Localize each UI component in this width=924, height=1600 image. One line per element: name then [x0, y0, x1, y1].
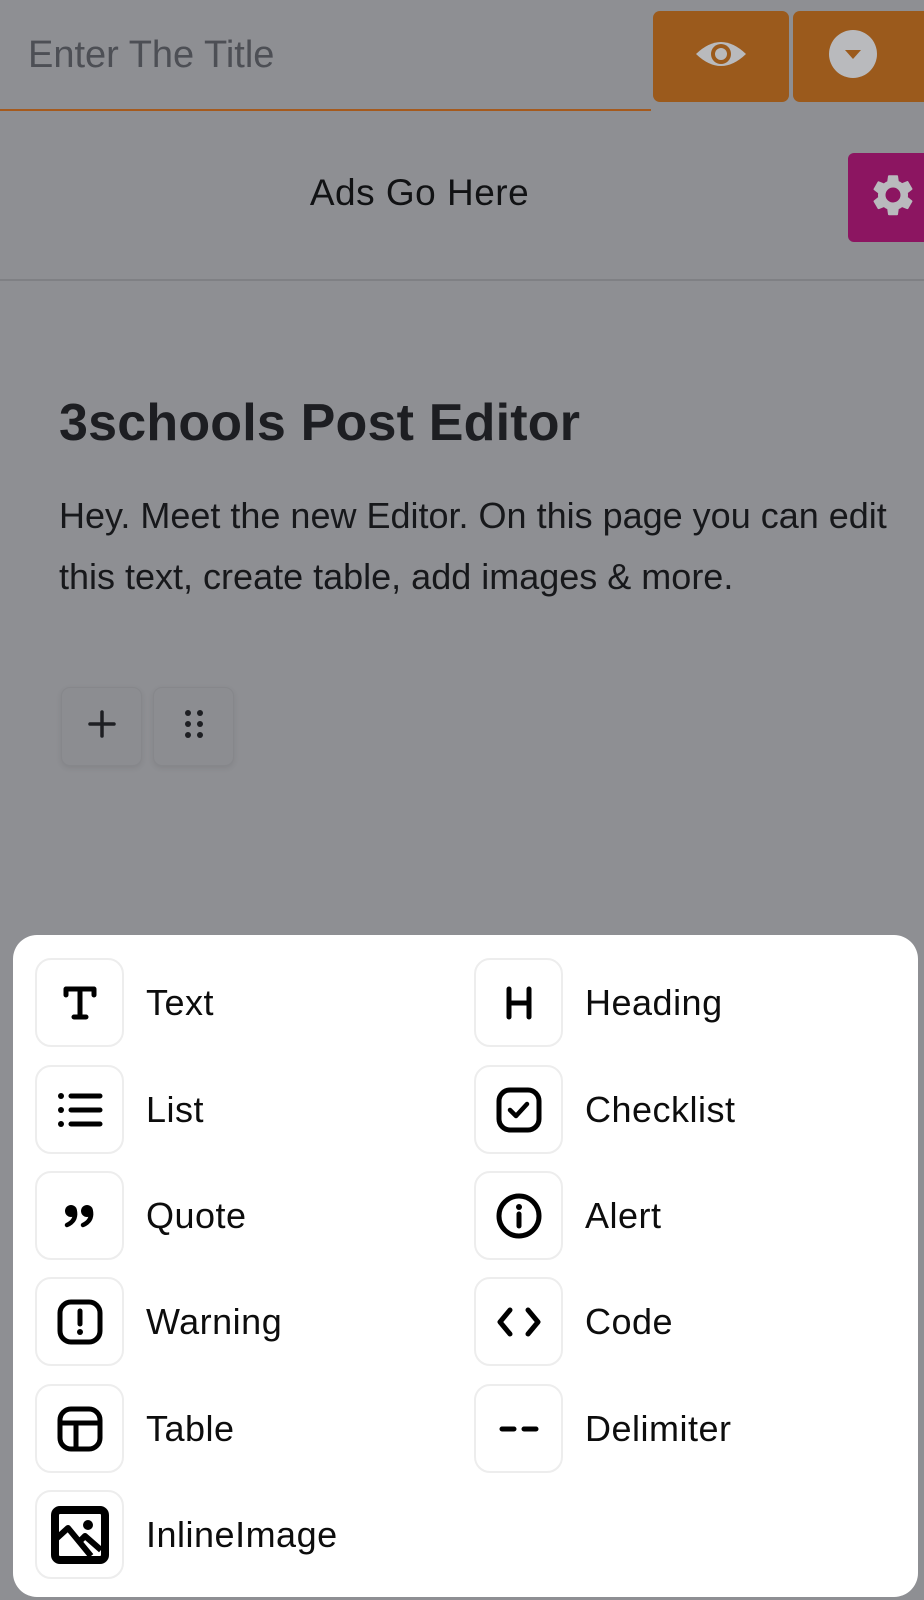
info-icon — [474, 1171, 563, 1260]
title-input[interactable] — [0, 0, 651, 109]
heading-icon — [474, 958, 563, 1047]
ads-text: Ads Go Here — [309, 172, 530, 213]
block-item-list[interactable]: List — [35, 1065, 455, 1154]
drag-handle-icon — [182, 708, 206, 745]
preview-button[interactable] — [653, 11, 789, 102]
plus-icon — [87, 709, 117, 744]
block-item-heading[interactable]: Heading — [474, 958, 894, 1047]
block-item-label: Quote — [146, 1194, 247, 1236]
block-item-checklist[interactable]: Checklist — [474, 1065, 894, 1154]
editor-heading[interactable]: 3schools Post Editor — [59, 393, 580, 453]
block-item-table[interactable]: Table — [35, 1384, 455, 1473]
eye-icon — [694, 36, 748, 77]
block-item-label: Warning — [146, 1300, 283, 1342]
list-icon — [35, 1065, 124, 1154]
block-item-code[interactable]: Code — [474, 1277, 894, 1366]
warning-icon — [35, 1277, 124, 1366]
block-item-quote[interactable]: Quote — [35, 1171, 455, 1260]
settings-button[interactable] — [848, 153, 924, 242]
block-item-label: List — [146, 1088, 205, 1130]
block-item-label: Delimiter — [585, 1407, 732, 1449]
checklist-icon — [474, 1065, 563, 1154]
options-dropdown-button[interactable] — [793, 11, 924, 102]
quote-icon — [35, 1171, 124, 1260]
block-item-delimiter[interactable]: Delimiter — [474, 1384, 894, 1473]
block-item-alert[interactable]: Alert — [474, 1171, 894, 1260]
editor-paragraph[interactable]: Hey. Meet the new Editor. On this page y… — [59, 485, 899, 607]
add-block-button[interactable] — [61, 687, 142, 766]
image-icon — [35, 1490, 124, 1579]
table-icon — [35, 1384, 124, 1473]
block-item-inline-image[interactable]: InlineImage — [35, 1490, 455, 1579]
block-item-label: Table — [146, 1407, 235, 1449]
block-type-menu: Text Heading List Checklist Quote Alert … — [13, 935, 918, 1597]
block-item-warning[interactable]: Warning — [35, 1277, 455, 1366]
gear-icon — [868, 170, 918, 225]
block-item-text[interactable]: Text — [35, 958, 455, 1047]
block-item-label: InlineImage — [146, 1513, 338, 1555]
block-item-label: Heading — [585, 981, 723, 1023]
block-item-label: Text — [146, 981, 215, 1023]
caret-circle-down-icon — [829, 30, 877, 83]
drag-handle-button[interactable] — [153, 687, 234, 766]
block-item-label: Checklist — [585, 1088, 736, 1130]
title-input-container — [0, 0, 651, 111]
delimiter-icon — [474, 1384, 563, 1473]
text-icon — [35, 958, 124, 1047]
block-item-label: Alert — [585, 1194, 662, 1236]
code-icon — [474, 1277, 563, 1366]
block-item-label: Code — [585, 1300, 674, 1342]
